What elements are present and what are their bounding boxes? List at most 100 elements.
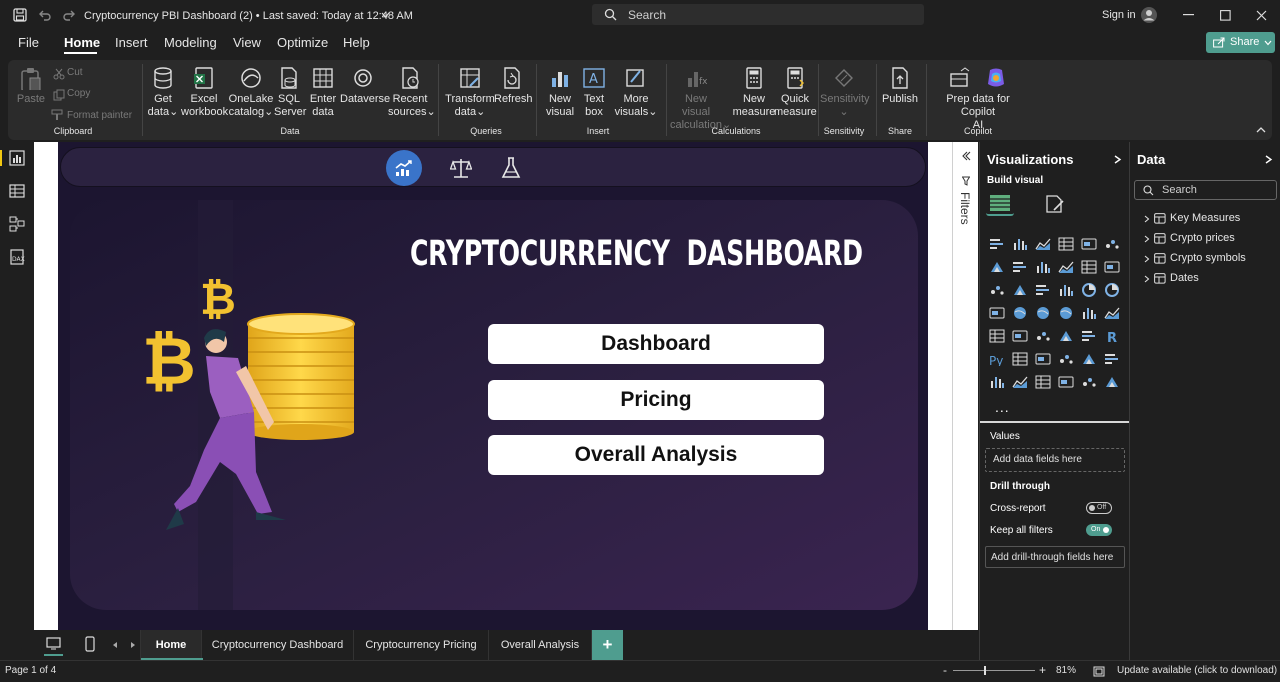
new-visual-button[interactable]: New visual	[544, 66, 576, 119]
new-visual-calculation-button[interactable]: fx New visual calculation⌄	[670, 66, 731, 132]
keep-filters-toggle[interactable]: On	[1086, 524, 1112, 536]
sql-server-button[interactable]: SQL Server	[274, 66, 306, 119]
table-icon[interactable]	[1058, 329, 1074, 343]
more-visuals-ellipsis[interactable]: ...	[995, 399, 1010, 415]
slicer-icon[interactable]	[1035, 329, 1051, 343]
scatter-chart-icon[interactable]	[1058, 283, 1074, 297]
stacked-bar-chart-icon[interactable]	[989, 237, 1005, 251]
gauge-icon[interactable]	[1081, 306, 1097, 320]
menu-file[interactable]: File	[18, 35, 39, 50]
values-drop-zone[interactable]: Add data fields here	[985, 448, 1125, 472]
share-button[interactable]: Share	[1206, 32, 1275, 53]
funnel-chart-icon[interactable]	[1035, 283, 1051, 297]
kpi-icon[interactable]	[1012, 329, 1028, 343]
refresh-button[interactable]: Refresh	[494, 66, 533, 106]
decomposition-tree-icon[interactable]	[1035, 352, 1051, 366]
copy-label[interactable]: Copy	[67, 88, 90, 99]
flask-icon[interactable]	[500, 156, 522, 180]
chevron-down-icon[interactable]	[381, 11, 390, 19]
pie-chart-icon[interactable]	[1081, 283, 1097, 297]
cross-report-toggle[interactable]: Off	[1086, 502, 1112, 514]
dataverse-button[interactable]: Dataverse	[340, 66, 390, 106]
tab-overall-analysis[interactable]: Overall Analysis	[489, 630, 592, 660]
paste-button[interactable]: Paste	[16, 66, 46, 106]
key-influencers-icon[interactable]	[1012, 352, 1028, 366]
sensitivity-button[interactable]: Sensitivity ⌄	[820, 66, 870, 119]
cut-label[interactable]: Cut	[67, 67, 83, 78]
donut-chart-icon[interactable]	[1104, 283, 1120, 297]
waterfall-chart-icon[interactable]	[1012, 283, 1028, 297]
quick-measure-button[interactable]: Quick measure	[774, 66, 817, 119]
zoom-slider-thumb[interactable]	[984, 666, 986, 675]
card-icon[interactable]	[1104, 306, 1120, 320]
recent-sources-button[interactable]: Recent sources⌄	[388, 66, 436, 119]
tab-cryptocurrency-dashboard[interactable]: Cryptocurrency Dashboard	[202, 630, 354, 660]
prev-page-icon[interactable]	[112, 641, 118, 649]
stacked-column-chart-icon[interactable]	[1012, 237, 1028, 251]
model-view-icon[interactable]	[9, 216, 25, 232]
format-visual-icon[interactable]	[1044, 194, 1066, 214]
multi-row-card-icon[interactable]	[989, 329, 1005, 343]
menu-optimize[interactable]: Optimize	[277, 35, 328, 50]
more-visuals-button[interactable]: More visuals⌄	[612, 66, 660, 119]
menu-insert[interactable]: Insert	[115, 35, 148, 50]
treemap-icon[interactable]	[989, 306, 1005, 320]
transform-data-button[interactable]: Transform data⌄	[444, 66, 496, 119]
power-apps-icon[interactable]	[1012, 375, 1028, 389]
user-avatar-icon[interactable]	[1140, 6, 1158, 24]
table-view-icon[interactable]	[9, 183, 25, 199]
more-visual-icon[interactable]	[1104, 375, 1120, 389]
get-data-button[interactable]: Get data⌄	[146, 66, 180, 119]
new-measure-button[interactable]: New measure	[732, 66, 776, 119]
prep-data-copilot-button[interactable]: Prep data for Copilot AI	[928, 66, 1028, 132]
collapse-ribbon-icon[interactable]	[1256, 126, 1266, 133]
ribbon-chart-icon[interactable]	[989, 283, 1005, 297]
menu-view[interactable]: View	[233, 35, 261, 50]
zoom-slider[interactable]	[953, 666, 1035, 675]
qa-visual-icon[interactable]	[1058, 352, 1074, 366]
line-chart-icon[interactable]	[989, 260, 1005, 274]
expand-filters-icon[interactable]	[961, 151, 971, 161]
overall-analysis-button[interactable]: Overall Analysis	[488, 435, 824, 475]
text-box-button[interactable]: A Text box	[579, 66, 609, 119]
copy-icon[interactable]	[53, 89, 65, 101]
chevron-right-icon[interactable]	[1114, 155, 1122, 164]
add-page-button[interactable]: +	[592, 630, 623, 660]
r-visual-icon[interactable]: R	[1104, 329, 1120, 346]
cut-icon[interactable]	[53, 68, 65, 80]
drill-through-drop-zone[interactable]: Add drill-through fields here	[985, 546, 1125, 568]
build-visual-tab[interactable]	[986, 190, 1014, 216]
azure-map-icon[interactable]	[1058, 306, 1074, 320]
tab-home[interactable]: Home	[140, 630, 203, 660]
zoom-out-button[interactable]: -	[943, 663, 947, 677]
undo-icon[interactable]	[38, 8, 52, 22]
arcgis-map-icon[interactable]	[1081, 375, 1097, 389]
area-chart-icon[interactable]	[1012, 260, 1028, 274]
home-nav-button[interactable]	[386, 150, 422, 186]
100-stacked-area-chart-icon[interactable]	[1058, 260, 1074, 274]
zoom-in-button[interactable]: +	[1039, 663, 1046, 677]
paginated-report-icon[interactable]	[989, 375, 1005, 389]
enter-data-button[interactable]: Enter data	[308, 66, 338, 119]
balance-scale-icon[interactable]	[450, 157, 472, 179]
mobile-layout-icon[interactable]	[85, 636, 95, 652]
next-page-icon[interactable]	[130, 641, 136, 649]
global-search[interactable]: Search	[592, 4, 924, 25]
smart-narrative-icon[interactable]	[1081, 352, 1097, 366]
format-painter-label[interactable]: Format painter	[67, 110, 132, 121]
publish-button[interactable]: Publish	[880, 66, 920, 106]
line-column-chart-icon[interactable]	[1081, 260, 1097, 274]
map-icon[interactable]	[1012, 306, 1028, 320]
clustered-bar-chart-icon[interactable]	[1035, 237, 1051, 251]
python-visual-icon[interactable]: Py	[989, 352, 1005, 368]
data-search-input[interactable]: Search	[1134, 180, 1277, 200]
sign-in-link[interactable]: Sign in	[1102, 9, 1136, 21]
onelake-catalog-button[interactable]: OneLake catalog⌄	[228, 66, 274, 119]
redo-icon[interactable]	[62, 8, 76, 22]
filled-map-icon[interactable]	[1035, 306, 1051, 320]
fabric-visual-icon[interactable]	[1058, 375, 1074, 389]
maximize-icon[interactable]	[1220, 10, 1231, 21]
clustered-column-chart-icon[interactable]	[1058, 237, 1074, 251]
dashboard-button[interactable]: Dashboard	[488, 324, 824, 364]
menu-home[interactable]: Home	[64, 35, 100, 50]
